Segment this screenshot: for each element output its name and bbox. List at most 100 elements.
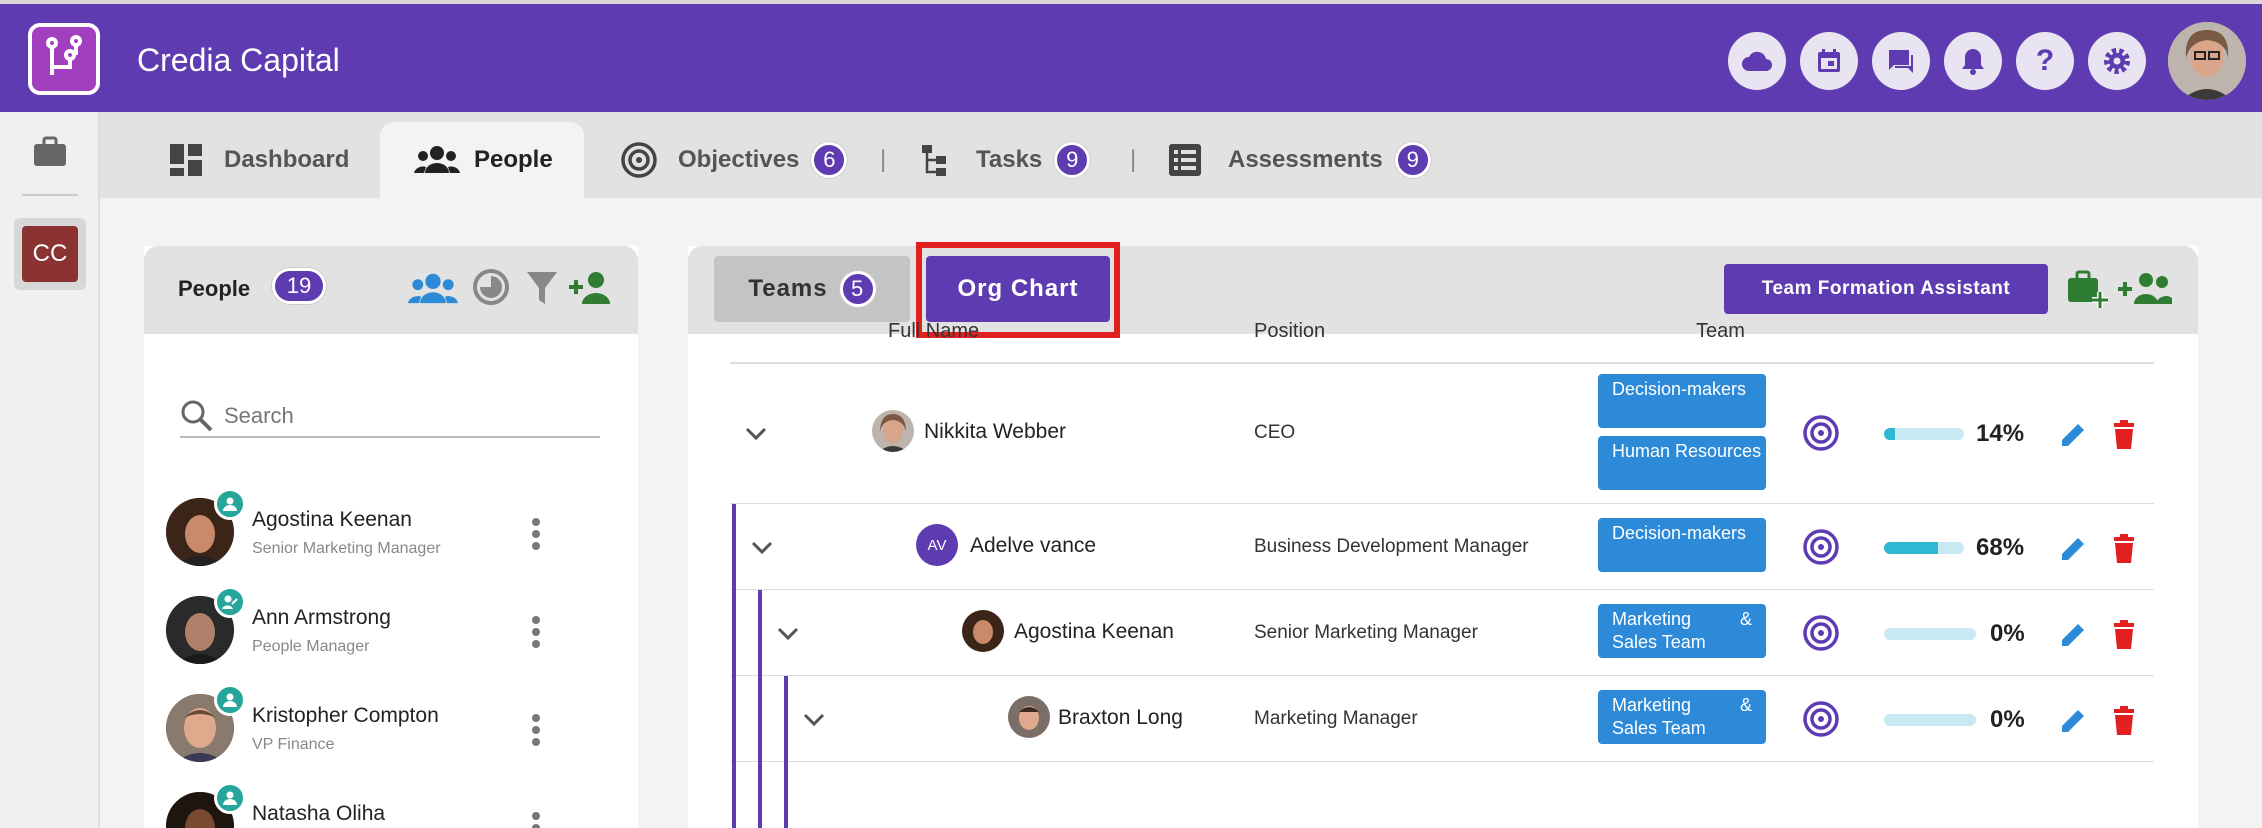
more-vert-icon[interactable] <box>530 710 542 750</box>
chevron-down-icon[interactable] <box>776 626 800 642</box>
table-row[interactable]: Nikkita Webber CEO Decision-makers Human… <box>730 364 2154 504</box>
calendar-icon[interactable] <box>1800 32 1858 90</box>
tab-tasks-label: Tasks <box>976 146 1043 173</box>
briefcase-icon[interactable] <box>32 136 68 173</box>
edit-icon[interactable] <box>2058 420 2088 450</box>
pie-chart-icon[interactable] <box>472 268 510 311</box>
person-name: Kristopher Compton <box>252 704 439 727</box>
people-icon <box>414 146 460 173</box>
edit-icon[interactable] <box>2058 620 2088 650</box>
row-position: Business Development Manager <box>1254 536 1529 557</box>
team-pill[interactable]: Marketing & Sales Team <box>1598 690 1766 744</box>
tab-objectives[interactable]: Objectives 6 <box>620 122 950 198</box>
progress-percent: 0% <box>1990 706 2025 733</box>
tab-teams[interactable]: Teams 5 <box>714 256 910 322</box>
avatar <box>962 610 1004 652</box>
progress-percent: 0% <box>1990 620 2025 647</box>
tab-people-label: People <box>474 146 553 173</box>
chevron-down-icon[interactable] <box>802 712 826 728</box>
person-badge-icon <box>214 488 246 520</box>
org-switcher[interactable]: CC <box>14 218 86 290</box>
tab-people[interactable]: People <box>380 122 584 198</box>
tab-org-chart[interactable]: Org Chart <box>926 256 1110 322</box>
tab-assessments[interactable]: Assessments 9 <box>1168 122 1528 198</box>
top-bar: Credia Capital ? <box>0 0 2262 112</box>
hierarchy-line <box>784 676 788 828</box>
more-vert-icon[interactable] <box>530 808 542 828</box>
delete-icon[interactable] <box>2112 420 2136 450</box>
table-row[interactable]: Agostina Keenan Senior Marketing Manager… <box>730 590 2154 676</box>
person-role: VP Finance <box>252 736 335 753</box>
group-icon[interactable] <box>408 272 458 311</box>
objectives-count-badge: 6 <box>811 142 848 178</box>
people-panel: People 19 Agostina Keenan Senior Marketi… <box>144 246 638 828</box>
column-header-position[interactable]: Position <box>1254 320 1325 343</box>
person-name: Agostina Keenan <box>252 508 412 531</box>
column-header-full-name[interactable]: Full Name <box>888 320 979 343</box>
search-icon <box>181 400 213 432</box>
row-full-name: Agostina Keenan <box>1014 620 1174 643</box>
avatar-initials: AV <box>916 524 958 566</box>
people-panel-title: People <box>178 276 251 301</box>
people-list-item[interactable]: Natasha Oliha <box>166 782 616 828</box>
tab-tasks[interactable]: Tasks 9 <box>920 122 1200 198</box>
add-group-icon[interactable] <box>2118 272 2172 311</box>
table-row[interactable]: AV Adelve vance Business Development Man… <box>730 504 2154 590</box>
chat-icon[interactable] <box>1872 32 1930 90</box>
add-person-icon[interactable] <box>568 270 614 311</box>
team-pill[interactable]: Decision-makers <box>1598 374 1766 428</box>
objective-target-icon[interactable] <box>1802 614 1840 652</box>
bell-icon[interactable] <box>1944 32 2002 90</box>
column-header-team[interactable]: Team <box>1696 320 1745 343</box>
progress-bar <box>1884 428 1964 440</box>
cloud-icon[interactable] <box>1728 32 1786 90</box>
tab-assessments-label: Assessments <box>1228 146 1383 173</box>
person-name: Natasha Oliha <box>252 802 386 825</box>
org-initials: CC <box>22 226 78 282</box>
progress-fill <box>1884 542 1939 554</box>
filter-icon[interactable] <box>526 270 558 311</box>
more-vert-icon[interactable] <box>530 514 542 554</box>
person-edit-badge-icon <box>214 586 246 618</box>
objective-target-icon[interactable] <box>1802 528 1840 566</box>
person-badge-icon <box>214 782 246 814</box>
logo-icon <box>46 35 82 75</box>
hierarchy-line <box>758 676 762 828</box>
avatar <box>872 410 914 452</box>
team-formation-assistant-button[interactable]: Team Formation Assistant <box>1724 264 2048 314</box>
row-full-name: Braxton Long <box>1058 706 1183 729</box>
people-list-item[interactable]: Ann Armstrong People Manager <box>166 586 616 672</box>
person-role: Senior Marketing Manager <box>252 540 441 557</box>
search-input[interactable] <box>224 403 584 429</box>
table-row[interactable]: Braxton Long Marketing Manager Marketing… <box>730 676 2154 828</box>
hierarchy-line <box>732 504 736 590</box>
team-pill[interactable]: Marketing & Sales Team <box>1598 604 1766 658</box>
team-pill[interactable]: Decision-makers <box>1598 518 1766 572</box>
person-badge-icon <box>214 684 246 716</box>
progress-bar <box>1884 628 1976 640</box>
progress-bar <box>1884 542 1964 554</box>
hierarchy-line <box>758 590 762 676</box>
tab-dashboard[interactable]: Dashboard <box>158 122 358 198</box>
tasks-count-badge: 9 <box>1054 142 1091 178</box>
people-list-item[interactable]: Agostina Keenan Senior Marketing Manager <box>166 488 616 574</box>
gear-icon[interactable] <box>2088 32 2146 90</box>
user-avatar[interactable] <box>2168 22 2246 100</box>
delete-icon[interactable] <box>2112 620 2136 650</box>
chevron-down-icon[interactable] <box>744 426 768 442</box>
progress-percent: 14% <box>1976 420 2025 447</box>
edit-icon[interactable] <box>2058 706 2088 736</box>
delete-icon[interactable] <box>2112 706 2136 736</box>
more-vert-icon[interactable] <box>530 612 542 652</box>
chevron-down-icon[interactable] <box>750 540 774 556</box>
edit-icon[interactable] <box>2058 534 2088 564</box>
objective-target-icon[interactable] <box>1802 414 1840 452</box>
delete-icon[interactable] <box>2112 534 2136 564</box>
help-icon[interactable]: ? <box>2016 32 2074 90</box>
tasks-tree-icon <box>922 145 946 176</box>
objective-target-icon[interactable] <box>1802 700 1840 738</box>
team-pill[interactable]: Human Resources <box>1598 436 1766 490</box>
people-list-item[interactable]: Kristopher Compton VP Finance <box>166 684 616 770</box>
add-team-briefcase-icon[interactable] <box>2066 268 2108 313</box>
app-logo[interactable] <box>28 23 100 95</box>
